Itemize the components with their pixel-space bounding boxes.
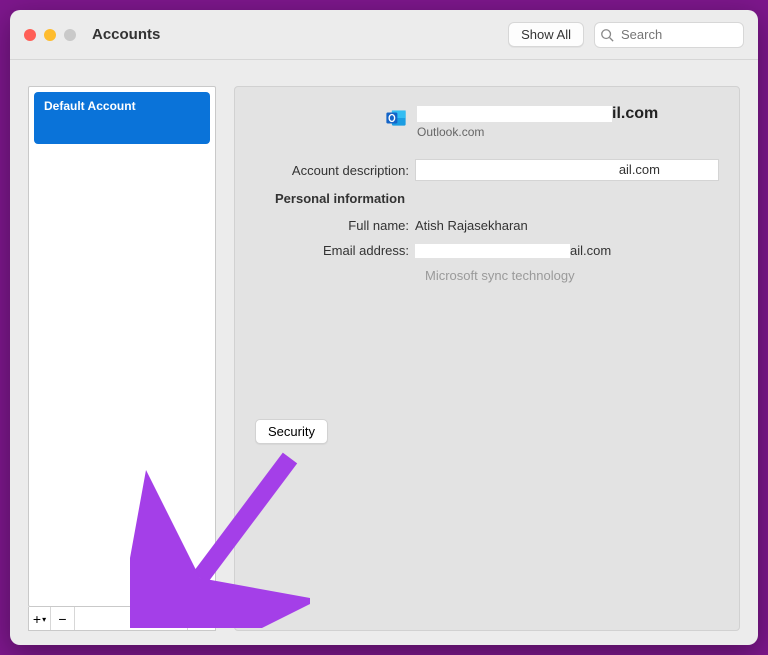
security-button[interactable]: Security <box>255 419 328 444</box>
row-full-name: Full name: Atish Rajasekharan <box>255 218 719 233</box>
chevron-down-icon: ▾ <box>42 615 46 624</box>
search-field[interactable] <box>594 22 744 48</box>
account-details: il.com Outlook.com Account description: … <box>234 86 740 631</box>
label-full-name: Full name: <box>255 218 415 233</box>
row-personal-info: Personal information <box>255 191 719 206</box>
sync-note: Microsoft sync technology <box>425 268 719 283</box>
accounts-window: Accounts Show All Default Account +▾ − <box>10 10 758 645</box>
account-header-text: il.com Outlook.com <box>417 105 658 139</box>
titlebar: Accounts Show All <box>10 10 758 60</box>
window-title: Accounts <box>92 26 160 43</box>
search-icon <box>600 28 614 42</box>
accounts-sidebar: Default Account +▾ − ▾ <box>28 86 216 631</box>
redaction-mask <box>415 244 570 258</box>
account-item-label: Default Account <box>44 99 136 113</box>
window-body: Default Account +▾ − ▾ <box>10 60 758 645</box>
account-email-suffix: il.com <box>612 105 658 123</box>
account-list-item[interactable]: Default Account <box>34 92 210 144</box>
outlook-icon <box>385 107 407 129</box>
value-full-name: Atish Rajasekharan <box>415 218 528 233</box>
chevron-down-icon: ▾ <box>206 615 210 624</box>
redaction-mask <box>417 106 612 122</box>
row-description: Account description: ail.com <box>255 159 719 181</box>
ellipsis-icon <box>192 613 204 625</box>
label-email: Email address: <box>255 243 415 258</box>
input-description[interactable]: ail.com <box>415 159 719 181</box>
plus-icon: + <box>33 611 41 627</box>
more-options-button[interactable]: ▾ <box>187 607 215 630</box>
list-controls: +▾ − ▾ <box>28 607 216 631</box>
account-header: il.com Outlook.com <box>385 105 719 139</box>
label-personal-info: Personal information <box>255 191 411 206</box>
label-description: Account description: <box>255 163 415 178</box>
window-controls <box>24 29 76 41</box>
email-suffix: ail.com <box>570 243 611 258</box>
toolbar-right: Show All <box>508 22 744 48</box>
value-email: ail.com <box>415 243 611 258</box>
close-icon[interactable] <box>24 29 36 41</box>
description-value: ail.com <box>619 162 660 177</box>
row-email: Email address: ail.com <box>255 243 719 258</box>
account-type: Outlook.com <box>417 125 658 139</box>
list-controls-spacer <box>75 607 187 630</box>
remove-account-button[interactable]: − <box>51 607 75 630</box>
minus-icon: − <box>58 611 66 627</box>
show-all-button[interactable]: Show All <box>508 22 584 47</box>
account-email: il.com <box>417 105 658 123</box>
minimize-icon[interactable] <box>44 29 56 41</box>
accounts-list[interactable]: Default Account <box>28 86 216 607</box>
search-input[interactable] <box>594 22 744 48</box>
add-account-button[interactable]: +▾ <box>29 607 51 630</box>
maximize-icon <box>64 29 76 41</box>
